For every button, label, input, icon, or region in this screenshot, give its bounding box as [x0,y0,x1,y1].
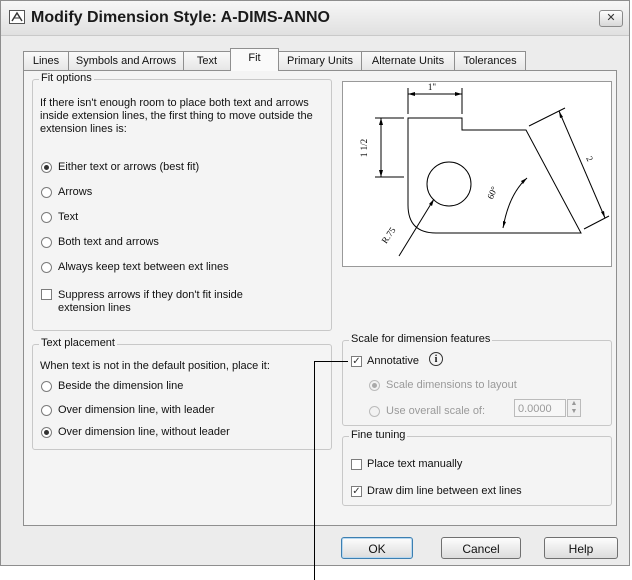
tab-alternate-units[interactable]: Alternate Units [361,51,455,70]
label-both-text-and-arrows: Both text and arrows [58,236,159,248]
radio-both-text-and-arrows[interactable] [41,237,52,248]
dim-text-left: 1 1/2 [359,139,369,157]
label-either-text-or-arrows: Either text or arrows (best fit) [58,161,200,173]
tab-primary-units[interactable]: Primary Units [278,51,362,70]
overall-scale-input[interactable]: 0.0000 [514,399,566,417]
radio-scale-to-layout[interactable] [369,380,380,391]
label-over-line-with-leader: Over dimension line, with leader [58,404,215,416]
info-icon[interactable]: i [429,352,443,366]
radio-either-text-or-arrows[interactable] [41,162,52,173]
radio-beside-dimension-line[interactable] [41,381,52,392]
checkbox-annotative[interactable]: ✓ [351,356,362,367]
tab-symbols-and-arrows[interactable]: Symbols and Arrows [68,51,184,70]
radio-text[interactable] [41,212,52,223]
overall-scale-spinner[interactable]: ▲ ▼ [567,399,581,417]
window-title: Modify Dimension Style: A-DIMS-ANNO [31,9,330,26]
dim-text-top: 1" [428,82,437,92]
label-beside-dimension-line: Beside the dimension line [58,380,184,392]
close-button[interactable]: ✕ [599,10,623,27]
fit-options-description: If there isn't enough room to place both… [40,97,313,135]
tab-tolerances[interactable]: Tolerances [454,51,526,70]
label-draw-dim-line: Draw dim line between ext lines [367,485,522,497]
checkbox-draw-dim-line[interactable]: ✓ [351,486,362,497]
text-placement-title: Text placement [39,337,117,349]
dim-text-right: 2 [584,154,595,162]
fine-tuning-title: Fine tuning [349,429,408,441]
label-annotative: Annotative [367,355,419,367]
radio-over-line-without-leader[interactable] [41,427,52,438]
label-arrows: Arrows [58,186,93,198]
fit-options-title: Fit options [39,72,94,84]
label-scale-to-layout: Scale dimensions to layout [386,379,517,391]
radio-always-keep-text-between[interactable] [41,262,52,273]
dimension-preview: 1" 1 1/2 2 60° R.75 [342,81,612,267]
ok-button[interactable]: OK [341,537,413,559]
preview-drawing: 1" 1 1/2 2 60° R.75 [359,82,610,257]
fit-tab-panel: Fit options If there isn't enough room t… [23,70,617,526]
checkbox-suppress-arrows[interactable] [41,289,52,300]
radio-overall-scale[interactable] [369,406,380,417]
text-placement-description: When text is not in the default position… [40,360,270,372]
help-button[interactable]: Help [544,537,618,559]
cancel-button[interactable]: Cancel [441,537,521,559]
label-text: Text [58,211,79,223]
scale-title: Scale for dimension features [349,333,493,345]
dim-text-radius: R.75 [379,225,397,245]
label-over-line-without-leader: Over dimension line, without leader [58,426,230,438]
label-place-text-manually: Place text manually [367,458,463,470]
label-overall-scale: Use overall scale of: [386,405,486,417]
tab-fit[interactable]: Fit [230,48,279,71]
radio-over-line-with-leader[interactable] [41,405,52,416]
title-bar[interactable]: Modify Dimension Style: A-DIMS-ANNO ✕ [1,1,629,36]
tab-text[interactable]: Text [183,51,231,70]
dim-text-angle: 60° [485,185,499,201]
label-always-keep-text-between: Always keep text between ext lines [58,261,229,273]
label-suppress-arrows: Suppress arrows if they don't fit inside… [58,289,243,314]
dialog-window: Modify Dimension Style: A-DIMS-ANNO ✕ Li… [0,0,630,566]
radio-arrows[interactable] [41,187,52,198]
autocad-app-icon [9,10,25,24]
callout-line-vertical [314,361,315,580]
tab-lines[interactable]: Lines [23,51,69,70]
checkbox-place-text-manually[interactable] [351,459,362,470]
callout-line-horizontal [314,361,348,362]
